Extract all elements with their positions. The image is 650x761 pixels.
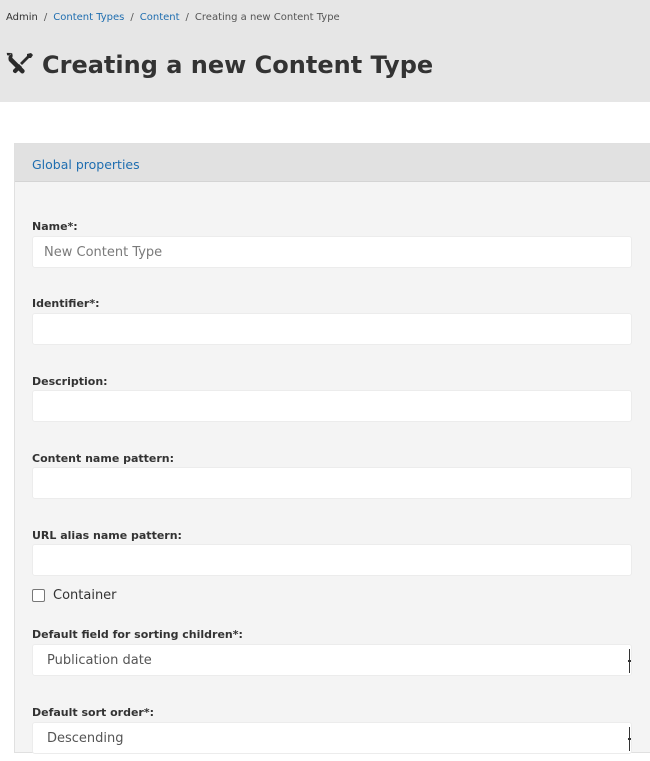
breadcrumb-link-content[interactable]: Content xyxy=(140,12,180,23)
container-checkbox-row[interactable]: Container xyxy=(32,588,117,603)
select-arrow-icon xyxy=(628,649,634,673)
url-alias-name-pattern-label: URL alias name pattern: xyxy=(32,529,182,542)
breadcrumb-separator: / xyxy=(130,12,134,23)
tools-icon xyxy=(6,50,36,80)
name-input[interactable] xyxy=(32,236,632,268)
content-name-pattern-label: Content name pattern: xyxy=(32,452,175,465)
description-input[interactable] xyxy=(32,390,632,422)
panel-title: Global properties xyxy=(32,157,140,172)
name-label: Name*: xyxy=(32,220,78,233)
page-title-row: Creating a new Content Type xyxy=(6,50,433,80)
default-sort-order-select[interactable]: Descending xyxy=(32,722,632,754)
page-header: Admin / Content Types / Content / Creating a n… xyxy=(0,0,650,102)
default-sort-order-label: Default sort order*: xyxy=(32,706,154,719)
default-sort-field-label: Default field for sorting children*: xyxy=(32,628,243,641)
breadcrumb: Admin / Content Types / Content / Creating a n… xyxy=(6,12,340,23)
url-alias-name-pattern-input[interactable] xyxy=(32,544,632,576)
breadcrumb-item-current: Creating a new Content Type xyxy=(194,12,340,23)
page-title: Creating a new Content Type xyxy=(42,51,434,79)
global-properties-panel: Global properties Name*: Identifier*: De… xyxy=(14,143,650,754)
default-sort-field-value: Publication date xyxy=(47,653,152,668)
breadcrumb-item-admin: Admin xyxy=(6,12,38,23)
description-label: Description: xyxy=(32,375,108,388)
content-name-pattern-input[interactable] xyxy=(32,467,632,499)
select-arrow-icon xyxy=(628,727,634,751)
container-checkbox-label[interactable]: Container xyxy=(53,588,117,603)
container-checkbox[interactable] xyxy=(32,589,45,602)
breadcrumb-separator: / xyxy=(185,12,189,23)
default-sort-order-value: Descending xyxy=(47,731,124,746)
breadcrumb-separator: / xyxy=(43,12,48,23)
panel-header[interactable]: Global properties xyxy=(15,144,650,182)
identifier-input[interactable] xyxy=(32,313,632,345)
breadcrumb-link-content-types[interactable]: Content Types xyxy=(53,12,124,23)
identifier-label: Identifier*: xyxy=(32,297,100,310)
default-sort-field-select[interactable]: Publication date xyxy=(32,644,632,676)
